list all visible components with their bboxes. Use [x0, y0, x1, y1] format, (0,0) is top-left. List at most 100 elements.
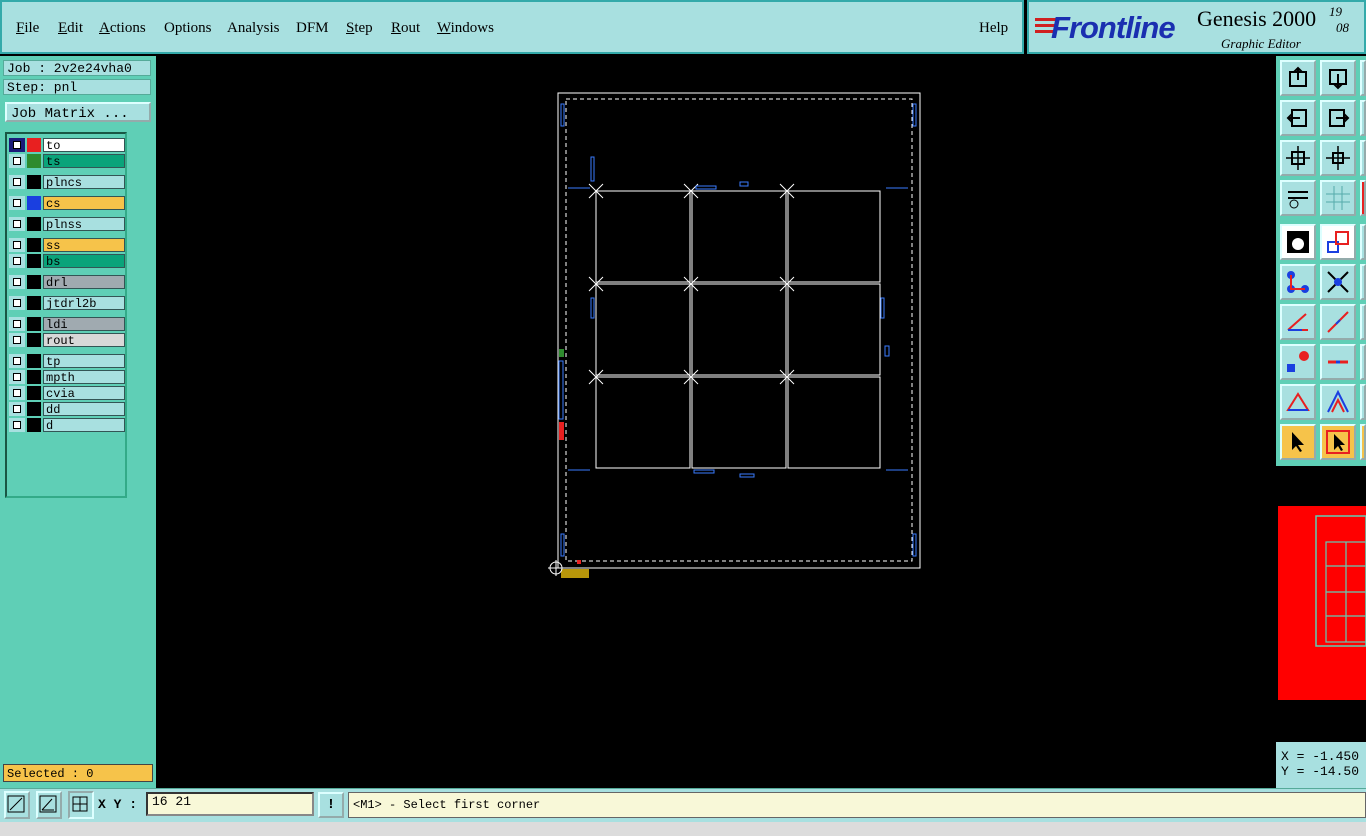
- layer-row-cvia[interactable]: cvia: [9, 386, 125, 401]
- layer-name[interactable]: mpth: [43, 370, 125, 385]
- layer-color-swatch[interactable]: [27, 418, 41, 432]
- layer-row-d[interactable]: d: [9, 418, 125, 433]
- select-feature-button[interactable]: [1280, 224, 1316, 260]
- toolbar-edge-button[interactable]: [1360, 304, 1366, 340]
- layer-color-swatch[interactable]: [27, 254, 41, 268]
- pads-button[interactable]: [1280, 344, 1316, 380]
- layer-color-swatch[interactable]: [27, 275, 41, 289]
- layer-checkbox[interactable]: [9, 370, 25, 384]
- layer-row-mpth[interactable]: mpth: [9, 370, 125, 385]
- layer-name[interactable]: ts: [43, 154, 125, 169]
- layer-name[interactable]: to: [43, 138, 125, 153]
- layer-row-cs[interactable]: cs: [9, 196, 125, 211]
- toolbar-edge-button[interactable]: [1360, 100, 1366, 136]
- toolbar-edge-button[interactable]: [1360, 60, 1366, 96]
- layer-color-swatch[interactable]: [27, 154, 41, 168]
- layer-checkbox[interactable]: [9, 254, 25, 268]
- menu-edit[interactable]: Edit: [58, 20, 83, 37]
- layer-name[interactable]: ss: [43, 238, 125, 253]
- layer-color-swatch[interactable]: [27, 175, 41, 189]
- pan-left-button[interactable]: [1280, 100, 1316, 136]
- menu-options[interactable]: Options: [164, 20, 212, 37]
- layer-row-ss[interactable]: ss: [9, 238, 125, 253]
- layer-checkbox[interactable]: [9, 354, 25, 368]
- layer-color-swatch[interactable]: [27, 354, 41, 368]
- layer-checkbox[interactable]: [9, 275, 25, 289]
- zoom-up-button[interactable]: [1280, 60, 1316, 96]
- layer-color-swatch[interactable]: [27, 196, 41, 210]
- toolbar-edge-button[interactable]: [1360, 140, 1366, 176]
- layer-row-tp[interactable]: tp: [9, 354, 125, 369]
- layer-color-swatch[interactable]: [27, 317, 41, 331]
- connect-nodes-button[interactable]: [1280, 264, 1316, 300]
- layer-name[interactable]: bs: [43, 254, 125, 269]
- pan-right-button[interactable]: [1320, 100, 1356, 136]
- angle-button[interactable]: [1280, 304, 1316, 340]
- execute-button[interactable]: !: [318, 792, 344, 818]
- layer-color-swatch[interactable]: [27, 217, 41, 231]
- transform-button[interactable]: [1320, 224, 1356, 260]
- toolbar-edge-button[interactable]: [1360, 384, 1366, 420]
- triangle-button[interactable]: [1280, 384, 1316, 420]
- layer-color-swatch[interactable]: [27, 138, 41, 152]
- layer-color-swatch[interactable]: [27, 386, 41, 400]
- layer-row-drl[interactable]: drl: [9, 275, 125, 290]
- job-matrix-button[interactable]: Job Matrix ...: [5, 102, 151, 122]
- layer-row-to[interactable]: to: [9, 138, 125, 153]
- grid-snap-button[interactable]: [68, 791, 94, 819]
- layer-checkbox[interactable]: [9, 386, 25, 400]
- fit-all-button[interactable]: [1280, 140, 1316, 176]
- layer-checkbox[interactable]: [9, 138, 25, 152]
- measure-tool-button[interactable]: [1280, 180, 1316, 216]
- cross-button[interactable]: [1320, 264, 1356, 300]
- layer-name[interactable]: d: [43, 418, 125, 433]
- toolbar-edge-button[interactable]: [1360, 264, 1366, 300]
- layer-name[interactable]: ldi: [43, 317, 125, 332]
- layer-name[interactable]: cs: [43, 196, 125, 211]
- menu-analysis[interactable]: Analysis: [227, 20, 280, 37]
- layer-name[interactable]: jtdrl2b: [43, 296, 125, 311]
- toolbar-edge-button[interactable]: [1360, 180, 1366, 216]
- layer-row-rout[interactable]: rout: [9, 333, 125, 348]
- layer-checkbox[interactable]: [9, 154, 25, 168]
- layer-checkbox[interactable]: [9, 175, 25, 189]
- layer-row-plnss[interactable]: plnss: [9, 217, 125, 232]
- zoom-down-button[interactable]: [1320, 60, 1356, 96]
- layer-color-swatch[interactable]: [27, 333, 41, 347]
- menu-dfm[interactable]: DFM: [296, 20, 329, 37]
- layer-name[interactable]: plnss: [43, 217, 125, 232]
- layer-checkbox[interactable]: [9, 418, 25, 432]
- layer-color-swatch[interactable]: [27, 370, 41, 384]
- layer-row-bs[interactable]: bs: [9, 254, 125, 269]
- layer-color-swatch[interactable]: [27, 296, 41, 310]
- line-button[interactable]: [1320, 304, 1356, 340]
- layer-name[interactable]: cvia: [43, 386, 125, 401]
- layer-checkbox[interactable]: [9, 317, 25, 331]
- layer-checkbox[interactable]: [9, 196, 25, 210]
- menu-rout[interactable]: Rout: [391, 20, 420, 37]
- grid-button[interactable]: [1320, 180, 1356, 216]
- layer-row-plncs[interactable]: plncs: [9, 175, 125, 190]
- layer-color-swatch[interactable]: [27, 402, 41, 416]
- graphic-canvas[interactable]: [158, 56, 1276, 788]
- menu-actions[interactable]: Actions: [99, 20, 146, 37]
- layer-name[interactable]: plncs: [43, 175, 125, 190]
- angle-snap-button[interactable]: [36, 791, 62, 819]
- xy-input[interactable]: 16 21: [146, 792, 314, 816]
- menu-help[interactable]: Help: [979, 20, 1008, 37]
- layer-name[interactable]: dd: [43, 402, 125, 417]
- menu-windows[interactable]: Windows: [437, 20, 494, 37]
- toolbar-edge-button[interactable]: [1360, 224, 1366, 260]
- split-line-button[interactable]: [1320, 344, 1356, 380]
- toolbar-edge-button[interactable]: [1360, 344, 1366, 380]
- peak-button[interactable]: [1320, 384, 1356, 420]
- layer-checkbox[interactable]: [9, 402, 25, 416]
- pointer-select-button[interactable]: [1280, 424, 1316, 460]
- layer-row-ldi[interactable]: ldi: [9, 317, 125, 332]
- pointer-area-button[interactable]: [1320, 424, 1356, 460]
- layer-checkbox[interactable]: [9, 296, 25, 310]
- layer-color-swatch[interactable]: [27, 238, 41, 252]
- layer-name[interactable]: drl: [43, 275, 125, 290]
- zoom-home-button[interactable]: [1320, 140, 1356, 176]
- snap-button[interactable]: [4, 791, 30, 819]
